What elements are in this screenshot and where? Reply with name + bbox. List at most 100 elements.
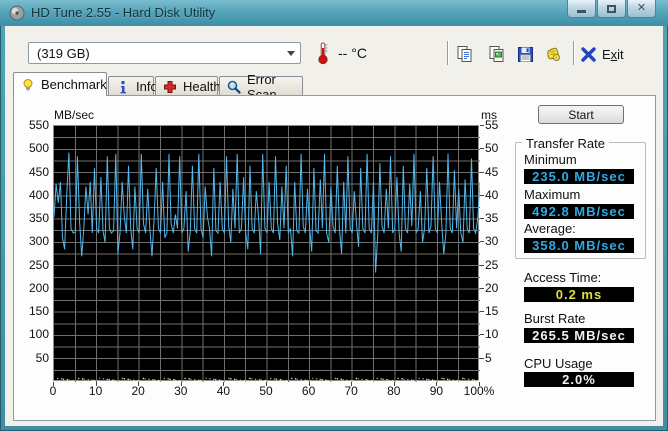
axis-tick-label: 10	[88, 384, 103, 398]
title-bar: HD Tune 2.55 - Hard Disk Utility ✕	[0, 0, 668, 26]
axis-tick-label	[480, 148, 484, 150]
health-cross-icon	[164, 80, 176, 93]
info-icon	[120, 80, 126, 93]
axis-tick-label	[480, 287, 484, 289]
axis-tick-label	[480, 218, 484, 220]
minimize-button[interactable]	[567, 0, 596, 18]
drive-select[interactable]: (319 GB)	[28, 42, 301, 64]
axis-tick-label	[351, 382, 353, 386]
close-icon: ✕	[636, 2, 647, 14]
temperature-value: -- °C	[338, 45, 367, 61]
axis-tick-label: 100%	[463, 384, 495, 398]
app-icon	[9, 5, 25, 21]
save-button[interactable]	[514, 43, 536, 65]
axis-tick-label: 200	[28, 280, 49, 295]
window-title: HD Tune 2.55 - Hard Disk Utility	[31, 5, 216, 20]
axis-tick-label: 350	[28, 211, 49, 226]
axis-tick-label: 30	[485, 234, 499, 249]
average-label: Average:	[524, 221, 576, 236]
benchmark-plot	[53, 125, 481, 382]
cpu-usage-value: 2.0%	[524, 372, 634, 387]
save-icon	[517, 46, 533, 62]
axis-tick-label	[223, 382, 225, 386]
axis-tick-label: 20	[485, 280, 499, 295]
axis-tick-label	[53, 382, 54, 386]
axis-tick-label: 50	[485, 141, 499, 156]
axis-tick-label	[95, 382, 97, 386]
access-time-value: 0.2 ms	[524, 287, 634, 302]
exit-icon	[581, 46, 596, 62]
axis-tick-label: 80	[387, 384, 401, 398]
chevron-down-icon	[286, 50, 295, 56]
maximum-label: Maximum	[524, 187, 581, 202]
minimum-label: Minimum	[524, 152, 577, 167]
axis-tick-label: 70	[344, 384, 358, 398]
copy-image-icon	[489, 46, 504, 62]
copy-button[interactable]	[454, 43, 476, 65]
tab-info[interactable]: Info	[108, 76, 158, 96]
copy-icon	[457, 46, 472, 62]
axis-tick-label: 55	[485, 118, 499, 132]
maximize-icon	[607, 4, 616, 13]
y-left-axis-title: MB/sec	[54, 108, 95, 122]
axis-tick-label: 25	[485, 257, 499, 272]
tab-error-scan[interactable]: Error Scan	[219, 72, 303, 102]
minimize-icon	[577, 10, 586, 13]
axis-tick-label	[479, 382, 480, 386]
exit-button[interactable]: Exit	[581, 43, 624, 65]
transfer-rate-title: Transfer Rate	[522, 136, 609, 151]
options-button[interactable]	[542, 43, 564, 65]
axis-tick-label	[480, 125, 484, 126]
axis-tick-label: 35	[485, 211, 499, 226]
tab-label: Health	[183, 79, 221, 94]
axis-tick-label: 40	[485, 187, 499, 202]
axis-tick-label: 500	[28, 141, 49, 156]
tab-benchmark[interactable]: Benchmark	[13, 72, 107, 96]
axis-tick-label	[480, 311, 484, 313]
options-icon	[547, 47, 560, 61]
axis-tick-label: 45	[485, 164, 499, 179]
maximum-value: 492.8 MB/sec	[524, 204, 634, 219]
axis-tick-label: 40	[216, 384, 231, 398]
axis-tick-label: 30	[174, 384, 188, 398]
axis-tick-label: 0	[49, 384, 57, 398]
temperature-icon	[318, 42, 328, 65]
axis-tick-label	[308, 382, 310, 386]
burst-rate-label: Burst Rate	[524, 311, 586, 326]
axis-tick-label	[480, 357, 484, 359]
axis-tick-label	[393, 382, 395, 386]
drive-select-arrow[interactable]	[282, 44, 299, 62]
axis-tick-label: 90	[429, 384, 444, 398]
maximize-button[interactable]	[597, 0, 626, 18]
average-value: 358.0 MB/sec	[524, 238, 634, 253]
axis-tick-label	[266, 382, 267, 386]
copy-image-button[interactable]	[486, 43, 508, 65]
axis-tick-label	[138, 382, 140, 386]
axis-tick-label: 100	[28, 327, 49, 342]
axis-tick-label	[480, 171, 484, 173]
axis-tick-label: 50	[259, 384, 273, 398]
axis-tick-label	[480, 241, 484, 243]
axis-tick-label: 15	[485, 304, 499, 319]
magnifier-icon	[227, 80, 241, 94]
toolbar-separator	[573, 41, 575, 65]
toolbar-separator	[447, 41, 449, 65]
drive-select-value: (319 GB)	[37, 46, 90, 61]
start-button[interactable]: Start	[538, 105, 624, 124]
tab-health[interactable]: Health	[155, 76, 221, 96]
cpu-usage-label: CPU Usage	[524, 356, 593, 371]
close-button[interactable]: ✕	[627, 0, 656, 18]
axis-tick-label: 450	[28, 164, 49, 179]
app-window: HD Tune 2.55 - Hard Disk Utility ✕ (319 …	[0, 0, 668, 431]
axis-tick-label: 5	[485, 350, 492, 365]
access-time-label: Access Time:	[524, 270, 602, 285]
axis-tick-label: 150	[28, 304, 49, 319]
axis-tick-label: 300	[28, 234, 49, 249]
benchmark-chart-canvas	[53, 126, 481, 382]
axis-tick-label: 10	[485, 327, 499, 342]
axis-tick-label	[436, 382, 438, 386]
axis-tick-label: 20	[131, 384, 145, 398]
axis-tick-label: 60	[301, 384, 316, 398]
benchmark-page: MB/sec ms 550 500 450 400 350 300 250 200 150 100…	[13, 95, 656, 421]
axis-tick-label	[480, 194, 484, 196]
